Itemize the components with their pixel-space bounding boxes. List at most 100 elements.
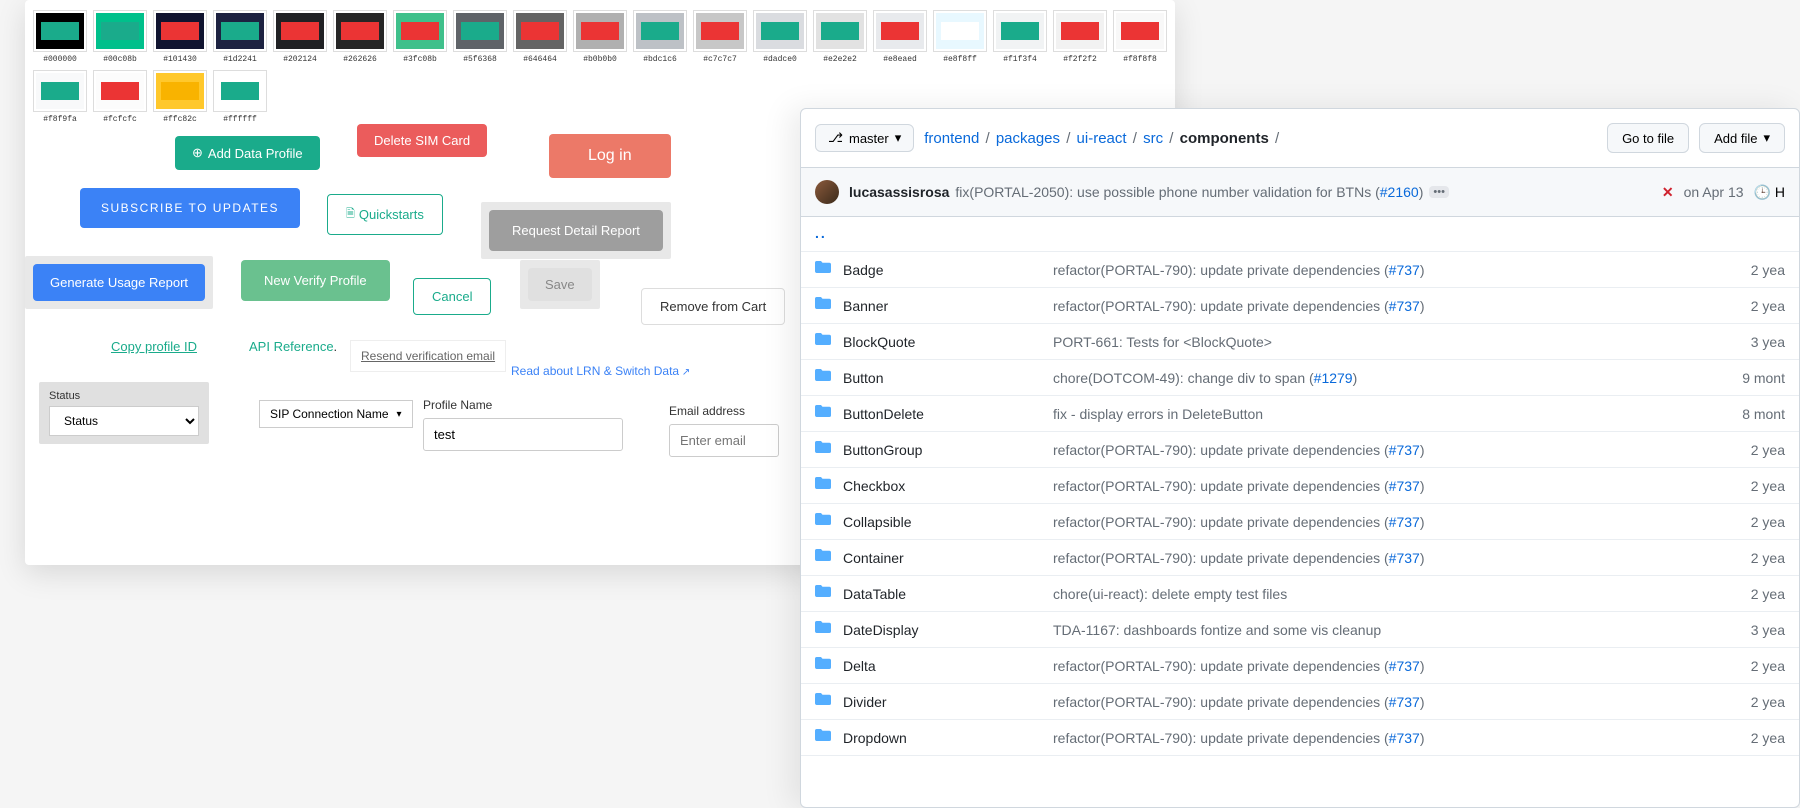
file-time: 2 yea <box>1695 478 1785 494</box>
file-name[interactable]: Checkbox <box>843 478 1053 494</box>
login-button[interactable]: Log in <box>549 134 671 178</box>
file-list: .. Badgerefactor(PORTAL-790): update pri… <box>801 217 1799 756</box>
swatch-label: #ffc82c <box>153 115 207 124</box>
profile-name-input[interactable] <box>423 418 623 451</box>
commit-message-cell[interactable]: PORT-661: Tests for <BlockQuote> <box>1053 334 1695 350</box>
pr-link[interactable]: #737 <box>1389 658 1420 674</box>
color-swatch: #f8f8f8 <box>1113 10 1167 64</box>
delete-sim-button[interactable]: Delete SIM Card <box>357 124 487 157</box>
lrn-link[interactable]: Read about LRN & Switch Data <box>511 364 690 378</box>
branch-selector[interactable]: ⎇ master ▾ <box>815 124 914 152</box>
breadcrumb-segment[interactable]: src <box>1143 130 1163 147</box>
copy-profile-link[interactable]: Copy profile ID <box>111 339 197 354</box>
file-name[interactable]: ButtonDelete <box>843 406 1053 422</box>
file-time: 2 yea <box>1695 262 1785 278</box>
subscribe-button[interactable]: SUBSCRIBE TO UPDATES <box>80 188 300 228</box>
swatch-label: #bdc1c6 <box>633 55 687 64</box>
folder-icon <box>815 439 831 460</box>
commit-message-cell[interactable]: chore(ui-react): delete empty test files <box>1053 586 1695 602</box>
commit-message-cell[interactable]: chore(DOTCOM-49): change div to span (#1… <box>1053 370 1695 386</box>
add-file-label: Add file <box>1714 131 1757 146</box>
add-file-button[interactable]: Add file ▾ <box>1699 123 1785 153</box>
more-icon[interactable]: ••• <box>1429 186 1449 198</box>
generate-usage-button[interactable]: Generate Usage Report <box>33 264 205 301</box>
commit-message-cell[interactable]: refactor(PORTAL-790): update private dep… <box>1053 658 1695 674</box>
parent-directory-row[interactable]: .. <box>801 217 1799 252</box>
file-name[interactable]: Divider <box>843 694 1053 710</box>
chevron-down-icon: ▾ <box>1763 130 1770 146</box>
pr-link[interactable]: #737 <box>1389 298 1420 314</box>
commit-message-cell[interactable]: refactor(PORTAL-790): update private dep… <box>1053 442 1695 458</box>
cancel-button[interactable]: Cancel <box>413 278 491 315</box>
file-name[interactable]: DateDisplay <box>843 622 1053 638</box>
color-swatch: #00c08b <box>93 10 147 64</box>
swatch-label: #000000 <box>33 55 87 64</box>
file-name[interactable]: Banner <box>843 298 1053 314</box>
commit-message-cell[interactable]: refactor(PORTAL-790): update private dep… <box>1053 262 1695 278</box>
commit-pr-link[interactable]: #2160 <box>1380 184 1419 200</box>
commit-message-cell[interactable]: refactor(PORTAL-790): update private dep… <box>1053 550 1695 566</box>
commit-message-cell[interactable]: fix - display errors in DeleteButton <box>1053 406 1695 422</box>
commit-message-cell[interactable]: refactor(PORTAL-790): update private dep… <box>1053 694 1695 710</box>
breadcrumb-segment[interactable]: ui-react <box>1077 130 1127 147</box>
color-swatch: #e2e2e2 <box>813 10 867 64</box>
breadcrumb-segment[interactable]: packages <box>996 130 1060 147</box>
email-input[interactable] <box>669 424 779 457</box>
breadcrumb: frontend / packages / ui-react / src / c… <box>924 130 1281 147</box>
status-select[interactable]: Status <box>49 406 199 436</box>
pr-link[interactable]: #737 <box>1389 550 1420 566</box>
color-swatch: #f2f2f2 <box>1053 10 1107 64</box>
pr-link[interactable]: #737 <box>1389 442 1420 458</box>
color-swatch: #262626 <box>333 10 387 64</box>
pr-link[interactable]: #737 <box>1389 478 1420 494</box>
quickstarts-button[interactable]: Quickstarts <box>327 194 443 235</box>
go-to-file-button[interactable]: Go to file <box>1607 123 1689 153</box>
folder-icon <box>815 727 831 748</box>
commit-message-cell[interactable]: TDA-1167: dashboards fontize and some vi… <box>1053 622 1695 638</box>
request-detail-button[interactable]: Request Detail Report <box>489 210 663 251</box>
swatch-label: #e2e2e2 <box>813 55 867 64</box>
file-name[interactable]: DataTable <box>843 586 1053 602</box>
save-button[interactable]: Save <box>528 268 592 301</box>
status-label: Status <box>49 390 199 402</box>
latest-commit-bar: lucasassisrosa fix(PORTAL-2050): use pos… <box>801 167 1799 217</box>
folder-icon <box>815 295 831 316</box>
api-reference-link[interactable]: API Reference <box>249 339 334 354</box>
file-time: 3 yea <box>1695 334 1785 350</box>
file-name[interactable]: Container <box>843 550 1053 566</box>
file-row: Deltarefactor(PORTAL-790): update privat… <box>801 648 1799 684</box>
color-swatch: #f8f9fa <box>33 70 87 124</box>
file-name[interactable]: Collapsible <box>843 514 1053 530</box>
commit-author[interactable]: lucasassisrosa <box>849 184 949 200</box>
remove-cart-button[interactable]: Remove from Cart <box>641 288 785 325</box>
file-name[interactable]: Button <box>843 370 1053 386</box>
add-data-profile-button[interactable]: Add Data Profile <box>175 136 320 170</box>
pr-link[interactable]: #737 <box>1389 514 1420 530</box>
pr-link[interactable]: #737 <box>1389 262 1420 278</box>
sip-connection-dropdown[interactable]: SIP Connection Name <box>259 400 413 428</box>
pr-link[interactable]: #1279 <box>1314 370 1353 386</box>
commit-message-cell[interactable]: refactor(PORTAL-790): update private dep… <box>1053 478 1695 494</box>
file-name[interactable]: Badge <box>843 262 1053 278</box>
new-verify-button[interactable]: New Verify Profile <box>241 260 390 301</box>
file-row: DateDisplayTDA-1167: dashboards fontize … <box>801 612 1799 648</box>
commit-message-cell[interactable]: refactor(PORTAL-790): update private dep… <box>1053 514 1695 530</box>
file-time: 3 yea <box>1695 622 1785 638</box>
commit-message-cell[interactable]: refactor(PORTAL-790): update private dep… <box>1053 298 1695 314</box>
history-icon[interactable]: 🕒 H <box>1754 184 1785 201</box>
breadcrumb-segment[interactable]: frontend <box>924 130 979 147</box>
color-swatch: #202124 <box>273 10 327 64</box>
swatch-label: #1d2241 <box>213 55 267 64</box>
file-name[interactable]: ButtonGroup <box>843 442 1053 458</box>
swatch-label: #101430 <box>153 55 207 64</box>
file-browser-panel: ⎇ master ▾ frontend / packages / ui-reac… <box>800 108 1800 808</box>
resend-verification-link[interactable]: Resend verification email <box>361 349 495 363</box>
status-failed-icon[interactable]: ✕ <box>1662 184 1674 201</box>
commit-message-cell[interactable]: refactor(PORTAL-790): update private dep… <box>1053 730 1695 746</box>
file-name[interactable]: BlockQuote <box>843 334 1053 350</box>
file-name[interactable]: Delta <box>843 658 1053 674</box>
pr-link[interactable]: #737 <box>1389 694 1420 710</box>
file-time: 2 yea <box>1695 658 1785 674</box>
file-name[interactable]: Dropdown <box>843 730 1053 746</box>
pr-link[interactable]: #737 <box>1389 730 1420 746</box>
